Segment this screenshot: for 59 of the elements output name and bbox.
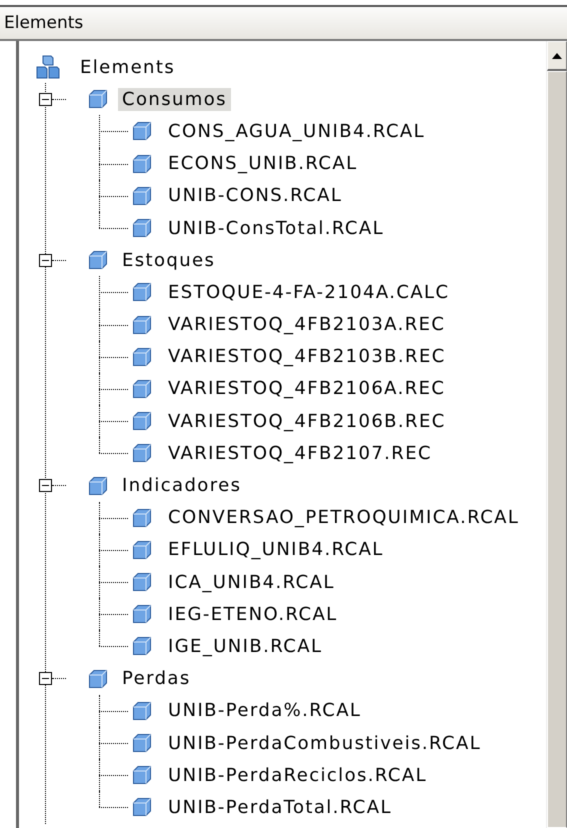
cube-icon [132, 121, 152, 142]
tree-item[interactable]: UNIB-Perda%.RCAL [164, 699, 366, 722]
cube-icon [132, 378, 152, 399]
cube-icon [132, 700, 152, 721]
tree-item[interactable]: CONVERSAO_PETROQUIMICA.RCAL [164, 506, 524, 530]
cube-icon [132, 636, 152, 656]
cube-icon [132, 154, 152, 174]
panel-title: Elements [4, 13, 84, 33]
tree-branch-line [52, 98, 66, 100]
tree-item[interactable]: ICA_UNIB4.RCAL [164, 570, 339, 594]
cube-icon [132, 797, 152, 818]
collapse-toggle[interactable] [39, 479, 52, 492]
cube-icon [132, 733, 152, 754]
up-arrow-icon [552, 52, 562, 58]
tree-item[interactable]: UNIB-CONS.RCAL [164, 184, 346, 208]
cube-icon [132, 218, 152, 238]
tree-item[interactable]: UNIB-PerdaCombustiveis.RCAL [164, 732, 486, 755]
cube-icon [132, 346, 152, 367]
cube-icon [132, 572, 152, 592]
cube-icon [132, 540, 152, 560]
tree-item[interactable]: VARIESTOQ_4FB2106A.REC [164, 377, 450, 400]
cube-icon [132, 508, 152, 528]
tree-branch-line [52, 260, 66, 261]
collapse-toggle[interactable] [39, 672, 52, 686]
tree-item[interactable]: VARIESTOQ_4FB2103A.REC [164, 313, 450, 336]
cube-icon [132, 411, 152, 432]
tree-item[interactable]: Elements [76, 56, 180, 79]
tree-item[interactable]: UNIB-PerdaTotal.RCAL [164, 796, 396, 819]
cube-icon [132, 186, 152, 206]
tree-item[interactable]: EFLULIQ_UNIB4.RCAL [164, 538, 388, 562]
tree-item[interactable]: IGE_UNIB.RCAL [164, 634, 326, 658]
cube-icon [132, 443, 152, 464]
tree-branch-line [52, 678, 66, 680]
tree-item[interactable]: VARIESTOQ_4FB2106B.REC [164, 410, 450, 433]
cube-icon [132, 282, 152, 302]
cube-icon [88, 476, 108, 496]
cube-icon [88, 250, 108, 270]
cube-icon [132, 604, 152, 624]
cube-icon [132, 314, 152, 335]
tree-item[interactable]: CONS_AGUA_UNIB4.RCAL [164, 120, 430, 143]
cube-icon [132, 765, 152, 786]
tree-item[interactable]: UNIB-ConsTotal.RCAL [164, 216, 388, 240]
tree-item[interactable]: UNIB-PerdaReciclos.RCAL [164, 764, 432, 787]
tree-item[interactable]: Consumos [118, 88, 231, 111]
tree-item[interactable]: IEG-ETENO.RCAL [164, 602, 342, 626]
scroll-up-button[interactable] [547, 41, 567, 71]
tree-item[interactable]: Estoques [118, 248, 220, 272]
cube-icon [88, 668, 108, 689]
tree-item[interactable]: Indicadores [118, 474, 246, 498]
collapse-toggle[interactable] [39, 92, 52, 106]
stacked-cubes-icon [36, 55, 60, 80]
tree-branch-line [52, 485, 66, 486]
tree-item[interactable]: ECONS_UNIB.RCAL [164, 152, 362, 176]
tree-item[interactable]: Perdas [118, 667, 195, 690]
tree-item[interactable]: VARIESTOQ_4FB2107.REC [164, 442, 436, 465]
tree-item[interactable]: ESTOQUE-4-FA-2104A.CALC [164, 280, 454, 304]
collapse-toggle[interactable] [39, 254, 52, 267]
tree-item[interactable]: VARIESTOQ_4FB2103B.REC [164, 345, 450, 368]
cube-icon [88, 89, 108, 110]
